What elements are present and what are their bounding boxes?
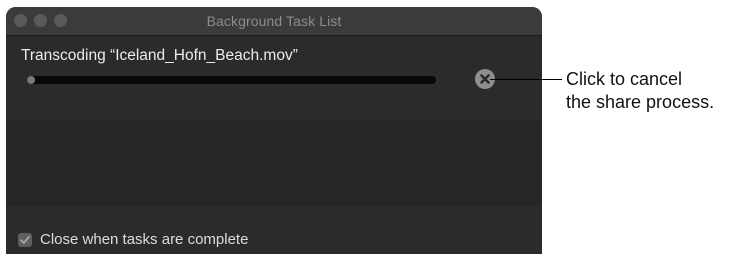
- close-when-complete-label: Close when tasks are complete: [40, 231, 249, 248]
- task-row: Transcoding “Iceland_Hofn_Beach.mov”: [6, 36, 542, 120]
- task-progress-bar: [27, 76, 436, 84]
- callout-line-2: the share process.: [566, 92, 715, 112]
- window-footer: Close when tasks are complete: [6, 206, 542, 254]
- screenshot-stage: Background Task List Transcoding “Icelan…: [0, 0, 730, 254]
- close-when-complete-checkbox[interactable]: [18, 233, 32, 247]
- empty-task-row: [6, 120, 542, 206]
- checkmark-icon: [20, 235, 30, 244]
- window-title: Background Task List: [206, 13, 342, 29]
- callout-line-1: Click to cancel: [566, 69, 683, 89]
- task-label: Transcoding “Iceland_Hofn_Beach.mov”: [21, 47, 298, 64]
- callout-leader-line: [490, 79, 562, 80]
- task-progress-fill: [27, 76, 36, 84]
- title-bar[interactable]: Background Task List: [6, 7, 542, 36]
- background-task-list-window: Background Task List Transcoding “Icelan…: [6, 7, 542, 254]
- callout-annotation: Click to cancel the share process.: [566, 68, 714, 114]
